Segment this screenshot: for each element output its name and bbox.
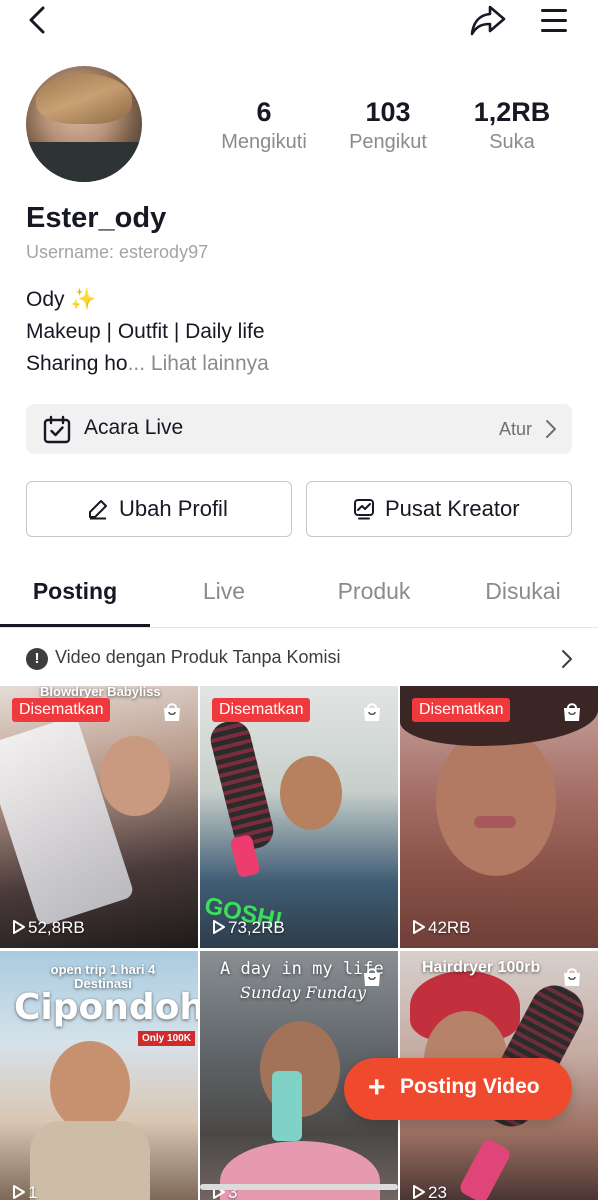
view-count-value: 73,2RB [228,918,285,937]
chevron-right-icon [562,650,572,668]
creator-center-label: Pusat Kreator [385,496,520,521]
view-count-value: 42RB [428,918,471,937]
pencil-icon [89,500,107,520]
stat-value: 103 [365,97,411,127]
profile-bio: Ody ✨ Makeup | Outfit | Daily life Shari… [26,284,269,380]
stat-value: 1,2RB [473,97,551,127]
view-count: 1 [12,1183,37,1200]
bio-line: Sharing ho [26,352,128,375]
pinned-badge: Disematkan [12,698,111,722]
top-bar [0,0,598,40]
view-count: 42RB [412,918,471,938]
home-indicator[interactable] [200,1184,398,1190]
view-count-value: 1 [28,1183,38,1200]
profile-name: Ester_ody [26,202,167,234]
live-events-label: Acara Live [84,416,184,439]
shopping-bag-icon [364,703,380,721]
stat-likes[interactable]: 1,2RB Suka [452,96,572,156]
calendar-check-icon [43,415,71,444]
profile-handle: Username: esterody97 [26,242,209,262]
tab-liked[interactable]: Disukai [448,578,598,605]
chart-box-icon [354,499,374,520]
view-count: 52,8RB [12,918,85,938]
stat-label: Pengikut [349,131,427,153]
live-events-action: Atur [498,419,532,439]
video-overlay-text: Hairdryer 100rb [422,959,541,976]
play-icon [213,920,225,934]
shopping-bag-icon [364,968,380,986]
shopping-bag-icon [164,703,180,721]
bio-see-more-link[interactable]: ... Lihat lainnya [128,352,269,375]
stat-label: Suka [489,131,535,153]
video-thumbnail[interactable]: open trip 1 hari 4 Destinasi Cipondoh On… [0,951,198,1200]
video-overlay-subtitle: Sunday Funday [240,983,367,1002]
view-count: 23 [412,1183,447,1200]
play-icon [13,920,25,934]
tab-live[interactable]: Live [149,578,299,605]
creator-center-button[interactable]: Pusat Kreator [306,481,572,537]
profile-tabs: Posting Live Produk Disukai [0,570,598,628]
bio-line: Ody [26,288,65,311]
stat-followers[interactable]: 103 Pengikut [328,96,448,156]
play-icon [13,1185,25,1199]
video-grid: Blowdryer Babyliss Disematkan 52,8RB GOS… [0,686,598,1200]
tab-posting[interactable]: Posting [0,578,150,605]
stat-value: 6 [256,97,272,127]
play-icon [413,1185,425,1199]
video-thumbnail[interactable]: Blowdryer Babyliss Disematkan 52,8RB [0,686,198,948]
active-tab-indicator [0,624,150,627]
view-count: 73,2RB [212,918,285,938]
stat-following[interactable]: 6 Mengikuti [204,96,324,156]
price-sticker: Only 100K [138,1031,195,1046]
commission-notice[interactable]: ! Video dengan Produk Tanpa Komisi [0,636,598,682]
view-count-value: 23 [428,1183,447,1200]
post-video-button[interactable]: + Posting Video [344,1058,572,1120]
exclamation-icon: ! [26,648,48,670]
live-events-row[interactable]: Acara Live Atur [26,404,572,454]
play-icon [413,920,425,934]
sparkle-emoji: ✨ [70,288,97,311]
view-count-value: 52,8RB [28,918,85,937]
tab-products[interactable]: Produk [299,578,449,605]
pinned-badge: Disematkan [212,698,311,722]
menu-icon[interactable] [536,4,572,36]
video-overlay-title: Cipondoh [14,987,198,1028]
avatar[interactable] [26,66,142,182]
shopping-bag-icon [564,968,580,986]
pinned-badge: Disematkan [412,698,511,722]
edit-profile-label: Ubah Profil [119,496,228,521]
edit-profile-button[interactable]: Ubah Profil [26,481,292,537]
notice-text: Video dengan Produk Tanpa Komisi [55,647,341,667]
shopping-bag-icon [564,703,580,721]
video-thumbnail[interactable]: GOSH! Disematkan 73,2RB [200,686,398,948]
back-arrow-icon[interactable] [22,4,54,36]
chevron-right-icon [546,420,556,438]
share-icon[interactable] [468,2,508,38]
stat-label: Mengikuti [221,131,307,153]
video-thumbnail[interactable]: Disematkan 42RB [400,686,598,948]
plus-icon: + [368,1071,386,1104]
post-video-label: Posting Video [400,1075,540,1098]
bio-line: Makeup | Outfit | Daily life [26,320,265,343]
